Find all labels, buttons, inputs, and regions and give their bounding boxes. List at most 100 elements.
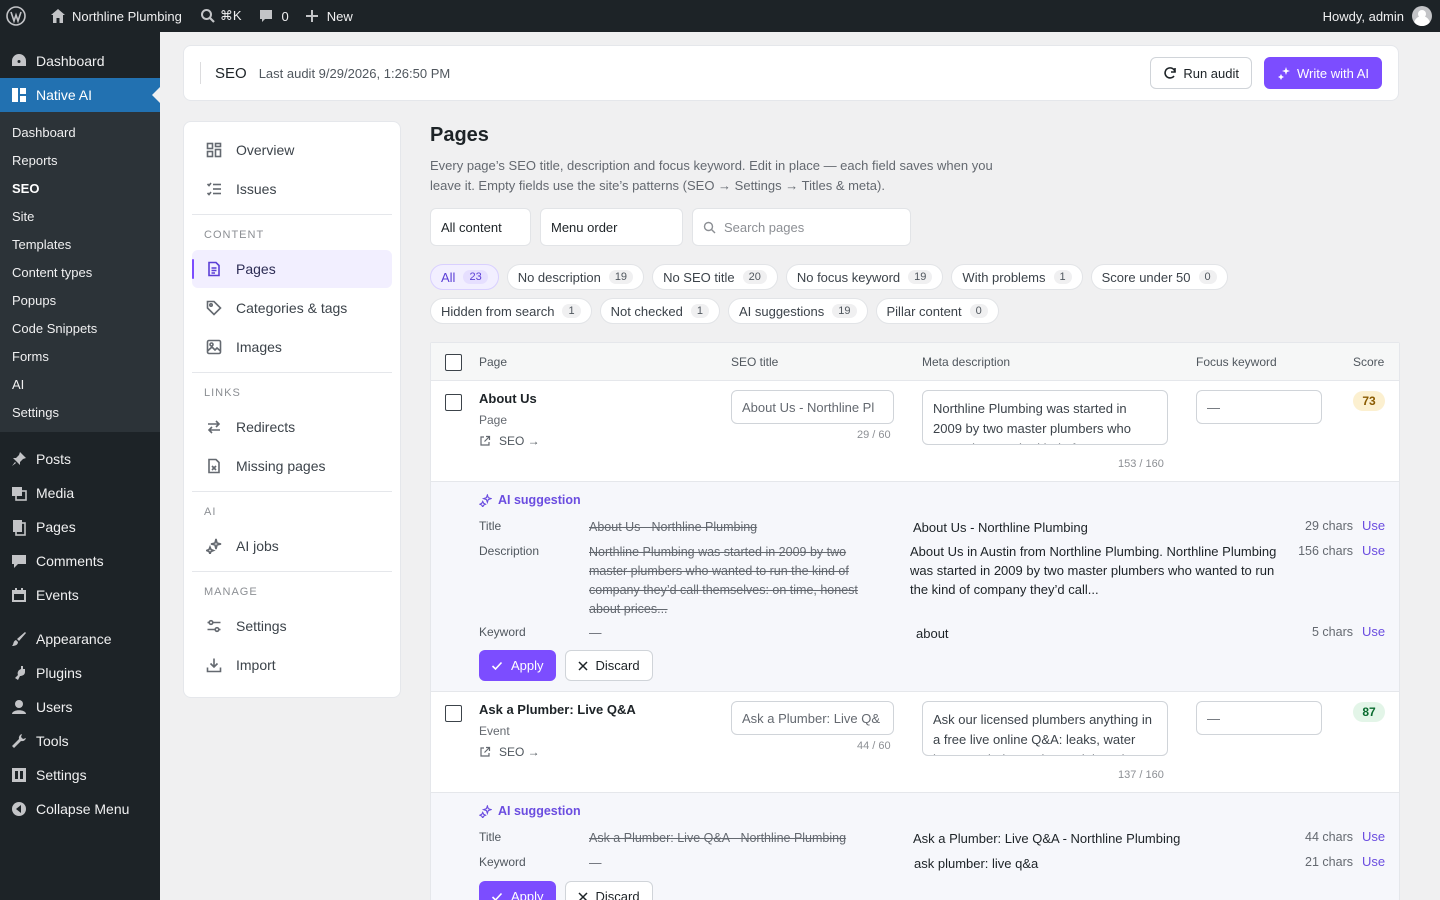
site-name-link[interactable]: Northline Plumbing bbox=[34, 0, 190, 32]
nav-images[interactable]: Images bbox=[192, 328, 392, 366]
select-all-checkbox[interactable] bbox=[445, 354, 462, 371]
nav-import[interactable]: Import bbox=[192, 646, 392, 684]
nav-missing-pages[interactable]: Missing pages bbox=[192, 447, 392, 485]
row-title[interactable]: About Us bbox=[479, 391, 537, 406]
comments-link[interactable]: 0 bbox=[250, 0, 297, 32]
use-description-link[interactable]: Use bbox=[1362, 543, 1385, 558]
use-title-link[interactable]: Use bbox=[1362, 829, 1385, 844]
write-with-ai-button[interactable]: Write with AI bbox=[1263, 57, 1382, 89]
menu-collapse[interactable]: Collapse Menu bbox=[0, 792, 160, 826]
row-checkbox[interactable] bbox=[445, 394, 462, 411]
chip-hidden-from-search[interactable]: Hidden from search 1 bbox=[430, 298, 592, 324]
chip-no-focus-keyword[interactable]: No focus keyword 19 bbox=[785, 264, 944, 290]
nav-ai-jobs[interactable]: AI jobs bbox=[192, 527, 392, 565]
chip-no-description[interactable]: No description 19 bbox=[506, 264, 645, 290]
use-title-link[interactable]: Use bbox=[1362, 518, 1385, 533]
submenu-templates[interactable]: Templates bbox=[0, 230, 160, 258]
chip-pillar-content[interactable]: Pillar content 0 bbox=[875, 298, 999, 324]
row-checkbox[interactable] bbox=[445, 705, 462, 722]
nav-settings[interactable]: Settings bbox=[192, 607, 392, 645]
row-title[interactable]: Ask a Plumber: Live Q&A bbox=[479, 702, 636, 717]
close-icon bbox=[578, 660, 588, 671]
use-keyword-link[interactable]: Use bbox=[1362, 624, 1385, 639]
account-menu[interactable]: Howdy, admin bbox=[1323, 6, 1440, 26]
header-focus-keyword: Focus keyword bbox=[1196, 354, 1277, 369]
submenu-popups[interactable]: Popups bbox=[0, 286, 160, 314]
sliders-icon bbox=[207, 619, 221, 633]
nav-overview[interactable]: Overview bbox=[192, 131, 392, 169]
chip-no-seo-title[interactable]: No SEO title 20 bbox=[652, 264, 778, 290]
content-filter-select[interactable]: All content bbox=[430, 208, 531, 246]
chip-not-checked[interactable]: Not checked 1 bbox=[599, 298, 720, 324]
chip-label: Not checked bbox=[610, 303, 683, 319]
submenu-forms[interactable]: Forms bbox=[0, 342, 160, 370]
filter-chips: All 23 No description 19 No SEO title 20 No… bbox=[430, 264, 1250, 324]
ai-heading-label: AI suggestion bbox=[498, 804, 581, 818]
nav-pages[interactable]: Pages bbox=[192, 250, 392, 288]
menu-users[interactable]: Users bbox=[0, 690, 160, 724]
chip-score-under-50[interactable]: Score under 50 0 bbox=[1090, 264, 1228, 290]
menu-pages[interactable]: Pages bbox=[0, 510, 160, 544]
seo-title-input[interactable]: About Us - Northline Pl bbox=[731, 390, 894, 424]
meta-description-textarea[interactable]: Ask our licensed plumbers anything in a … bbox=[922, 701, 1168, 756]
menu-plugins[interactable]: Plugins bbox=[0, 656, 160, 690]
chip-with-problems[interactable]: With problems 1 bbox=[951, 264, 1083, 290]
menu-label: Dashboard bbox=[36, 53, 105, 69]
submenu-site[interactable]: Site bbox=[0, 202, 160, 230]
new-content-link[interactable]: New bbox=[297, 0, 361, 32]
run-audit-button[interactable]: Run audit bbox=[1150, 57, 1252, 89]
focus-keyword-input[interactable]: — bbox=[1196, 390, 1322, 424]
apply-button[interactable]: Apply bbox=[479, 881, 556, 900]
nav-group-manage: MANAGE bbox=[204, 586, 258, 598]
chip-label: No SEO title bbox=[663, 269, 735, 285]
menu-label: Media bbox=[36, 485, 75, 501]
menu-comments[interactable]: Comments bbox=[0, 544, 160, 578]
menu-tools[interactable]: Tools bbox=[0, 724, 160, 758]
nav-categories-tags[interactable]: Categories & tags bbox=[192, 289, 392, 327]
nav-redirects[interactable]: Redirects bbox=[192, 408, 392, 446]
new-label: New bbox=[326, 8, 353, 24]
submenu-reports[interactable]: Reports bbox=[0, 146, 160, 174]
discard-button[interactable]: Discard bbox=[564, 881, 653, 900]
meta-description-textarea[interactable]: Northline Plumbing was started in 2009 b… bbox=[922, 390, 1168, 445]
menu-dashboard[interactable]: Dashboard bbox=[0, 44, 160, 78]
submenu-settings[interactable]: Settings bbox=[0, 398, 160, 426]
ai-keyword-chars: 5 chars bbox=[1312, 625, 1353, 639]
table-row: About Us Page SEO → About Us - Northline… bbox=[431, 381, 1399, 482]
menu-media[interactable]: Media bbox=[0, 476, 160, 510]
pin-icon bbox=[12, 452, 26, 466]
chip-label: Hidden from search bbox=[441, 303, 555, 319]
avatar bbox=[1412, 6, 1432, 26]
ai-title-old: Ask a Plumber: Live Q&A - Northline Plum… bbox=[589, 831, 847, 845]
submenu-content-types[interactable]: Content types bbox=[0, 258, 160, 286]
submenu-ai[interactable]: AI bbox=[0, 370, 160, 398]
wordpress-logo-icon[interactable] bbox=[0, 0, 34, 32]
menu-posts[interactable]: Posts bbox=[0, 442, 160, 476]
seo-title-input[interactable]: Ask a Plumber: Live Q& bbox=[731, 701, 894, 735]
run-audit-label: Run audit bbox=[1183, 65, 1239, 81]
chip-ai-suggestions[interactable]: AI suggestions 19 bbox=[727, 298, 868, 324]
row-seo-link[interactable]: SEO → bbox=[479, 745, 540, 759]
order-select[interactable]: Menu order bbox=[540, 208, 683, 246]
apply-button[interactable]: Apply bbox=[479, 650, 556, 681]
nav-divider bbox=[192, 571, 392, 572]
focus-keyword-input[interactable]: — bbox=[1196, 701, 1322, 735]
discard-label: Discard bbox=[595, 658, 640, 673]
menu-settings[interactable]: Settings bbox=[0, 758, 160, 792]
command-search[interactable]: ⌘K bbox=[190, 0, 250, 32]
chip-all[interactable]: All 23 bbox=[430, 264, 499, 290]
row-type: Event bbox=[479, 724, 510, 738]
use-keyword-link[interactable]: Use bbox=[1362, 854, 1385, 869]
row-seo-link[interactable]: SEO → bbox=[479, 434, 540, 448]
menu-events[interactable]: Events bbox=[0, 578, 160, 612]
title-char-count: 29 / 60 bbox=[857, 429, 891, 441]
submenu-code-snippets[interactable]: Code Snippets bbox=[0, 314, 160, 342]
nav-issues[interactable]: Issues bbox=[192, 170, 392, 208]
menu-appearance[interactable]: Appearance bbox=[0, 622, 160, 656]
ai-keyword-new: ask plumber: live q&a bbox=[914, 856, 1039, 871]
submenu-seo[interactable]: SEO bbox=[0, 174, 160, 202]
submenu-dashboard[interactable]: Dashboard bbox=[0, 118, 160, 146]
search-input[interactable]: Search pages bbox=[692, 208, 911, 246]
menu-native-ai[interactable]: Native AI bbox=[0, 78, 160, 112]
discard-button[interactable]: Discard bbox=[564, 650, 653, 681]
